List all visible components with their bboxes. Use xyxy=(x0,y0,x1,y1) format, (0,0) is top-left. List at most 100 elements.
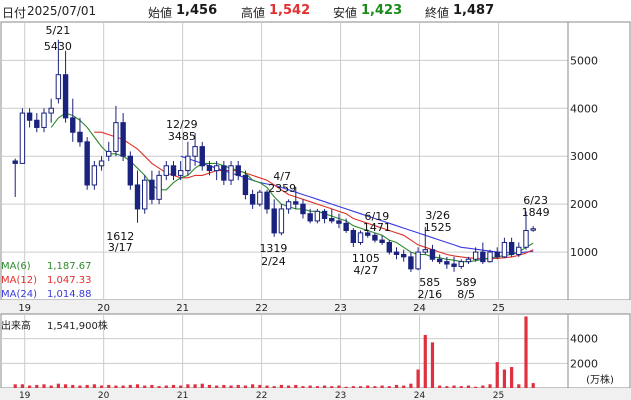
volume-bar xyxy=(78,385,82,388)
volume-bar xyxy=(387,386,391,388)
volume-legend: 出来高 1,541,900株 xyxy=(1,317,108,332)
volume-bar xyxy=(481,385,485,388)
ma24-legend-name: MA(24) xyxy=(1,289,37,300)
volume-bar xyxy=(200,383,204,388)
candle-body-up xyxy=(48,107,54,114)
candle-body-down xyxy=(199,146,205,167)
candle-body-down xyxy=(271,208,277,234)
volume-tick-label: 4000 xyxy=(570,333,598,346)
candle-body-up xyxy=(314,210,321,222)
candle-body-up xyxy=(458,261,464,267)
candle-body-up xyxy=(163,165,169,176)
volume-bar xyxy=(315,386,319,388)
price-annotation: 5/21 xyxy=(46,24,71,37)
candle-body-down xyxy=(206,165,213,172)
volume-tick-label: 2000 xyxy=(570,357,598,370)
candle-body-down xyxy=(350,230,357,243)
volume-bar xyxy=(42,384,46,388)
volume-bar xyxy=(466,385,471,388)
candle-body-down xyxy=(480,251,486,263)
candle-body-down xyxy=(77,131,83,143)
volume-bar xyxy=(229,385,233,388)
volume-bar xyxy=(394,384,399,388)
volume-bar xyxy=(502,369,507,388)
volume-bar xyxy=(517,384,521,388)
candle-body-down xyxy=(149,179,155,200)
volume-bar xyxy=(279,384,283,388)
volume-bar xyxy=(286,385,291,388)
price-tick-label: 4000 xyxy=(570,102,598,115)
x-tick-label: 19 xyxy=(18,303,31,314)
x-tick-label-bottom: 20 xyxy=(98,391,110,400)
volume-bar xyxy=(337,385,341,388)
volume-bar xyxy=(164,385,168,388)
x-tick-label-bottom: 25 xyxy=(493,391,504,400)
candle-body-down xyxy=(170,165,177,176)
candle-body-down xyxy=(336,220,342,224)
volume-bar xyxy=(510,367,514,388)
candle-body-down xyxy=(436,258,443,263)
volume-bar xyxy=(495,362,499,388)
candle-body-up xyxy=(422,249,428,253)
volume-legend-value: 1,541,900株 xyxy=(47,321,108,332)
x-tick-label-bottom: 24 xyxy=(414,391,426,400)
candle-body-down xyxy=(343,222,349,232)
volume-bar xyxy=(351,386,355,388)
volume-bar xyxy=(99,385,104,388)
high-label: 高値 xyxy=(241,6,266,20)
volume-bar xyxy=(236,384,240,388)
volume-bar xyxy=(380,385,384,388)
price-panel: 5/21543012/29348516123/174/7235913192/24… xyxy=(0,21,569,301)
candle-body-up xyxy=(516,246,522,255)
volume-bar xyxy=(71,384,75,388)
volume-bar xyxy=(474,386,478,388)
ma24-legend-value: 1,014.88 xyxy=(47,289,92,300)
candle-body-down xyxy=(321,210,328,220)
volume-bar xyxy=(308,385,312,388)
volume-bar xyxy=(121,385,125,388)
price-annotation: 1525 xyxy=(424,221,452,234)
x-tick-label: 22 xyxy=(255,303,268,314)
volume-bar xyxy=(445,386,449,388)
x-tick-label: 21 xyxy=(176,303,189,314)
candle-body-down xyxy=(12,160,18,164)
candle-body-down xyxy=(34,119,40,128)
price-annotation: 4/27 xyxy=(353,264,378,277)
ma12-legend-name: MA(12) xyxy=(1,275,37,286)
volume-bar xyxy=(243,385,248,388)
candle-body-up xyxy=(228,165,234,181)
volume-bar xyxy=(135,384,140,388)
volume-bar xyxy=(193,384,197,388)
close-label: 終値 xyxy=(425,6,450,20)
volume-bar xyxy=(207,384,212,388)
price-annotation: 2/16 xyxy=(417,288,442,301)
x-tick-label-bottom: 21 xyxy=(177,391,188,400)
volume-bar xyxy=(20,384,25,388)
price-annotation: 8/5 xyxy=(457,288,475,301)
price-annotation: 1849 xyxy=(522,206,550,219)
candle-body-down xyxy=(134,184,141,210)
candle-body-up xyxy=(192,146,198,157)
candle-body-up xyxy=(257,191,263,205)
volume-bar xyxy=(438,385,442,388)
candle-body-down xyxy=(84,141,90,186)
volume-bar xyxy=(128,384,132,388)
candle-body-down xyxy=(379,239,385,243)
x-tick-label: 25 xyxy=(492,303,505,314)
candle-body-up xyxy=(415,251,421,270)
candle-body-up xyxy=(185,155,191,172)
volume-bar xyxy=(222,384,226,388)
volume-bar xyxy=(150,384,154,388)
price-annotation: 2359 xyxy=(268,182,296,195)
volume-bar xyxy=(258,384,262,388)
ma12-legend-value: 1,047.33 xyxy=(47,275,92,286)
price-tick-label: 3000 xyxy=(570,150,598,163)
volume-bar xyxy=(114,385,118,388)
candle-body-up xyxy=(278,208,285,234)
close-value: 1,487 xyxy=(453,3,495,18)
x-tick-label-bottom: 22 xyxy=(256,391,267,400)
x-tick-label: 23 xyxy=(334,303,347,314)
volume-bar xyxy=(265,385,269,388)
volume-bar xyxy=(179,385,183,388)
candle-body-down xyxy=(249,194,256,205)
